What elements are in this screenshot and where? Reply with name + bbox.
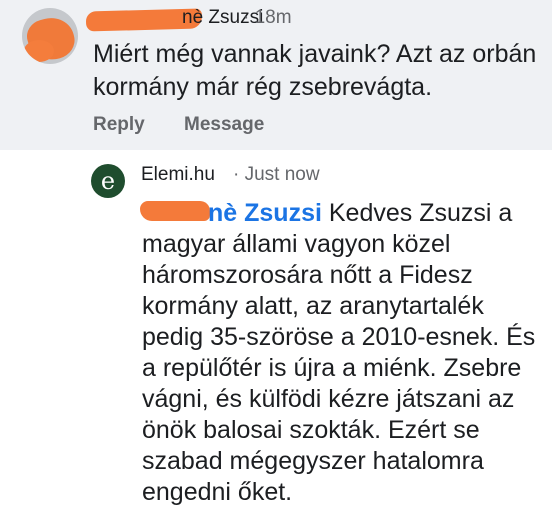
top-comment: nè Zsuzsi · 18m Miért még vannak javaink…: [0, 0, 552, 150]
reply-body: Kedves Zsuzsi a magyar állami vagyon köz…: [142, 199, 536, 506]
reply-button[interactable]: Reply: [93, 114, 145, 135]
reply-comment: e Elemi.hu · Just now nè Zsuzsi Kedves Z…: [0, 150, 552, 512]
comment-text: Miért még vannak javaink? Azt az orbán k…: [93, 40, 537, 101]
reply-author-name[interactable]: Elemi.hu: [141, 164, 215, 186]
mention-link[interactable]: nè Zsuzsi: [140, 199, 322, 227]
message-button[interactable]: Message: [184, 114, 264, 135]
avatar-redaction-2: [24, 40, 54, 62]
comment-author-name[interactable]: nè Zsuzsi: [92, 7, 263, 29]
separator-dot: ·: [233, 164, 240, 185]
avatar[interactable]: e: [91, 164, 125, 198]
timestamp-text: Just now: [244, 164, 320, 185]
mention-text: nè Zsuzsi: [208, 199, 322, 227]
reply-timestamp: · Just now: [233, 164, 320, 186]
avatar[interactable]: [22, 8, 78, 64]
mention-redaction: [140, 201, 210, 221]
timestamp-text: 18m: [254, 7, 292, 28]
separator-dot: ·: [243, 7, 250, 28]
avatar-letter: e: [100, 167, 116, 195]
comment-actions: Reply Message: [93, 114, 298, 136]
comment-timestamp: · 18m: [243, 7, 292, 29]
reply-text: nè Zsuzsi Kedves Zsuzsi a magyar állami …: [140, 198, 547, 508]
